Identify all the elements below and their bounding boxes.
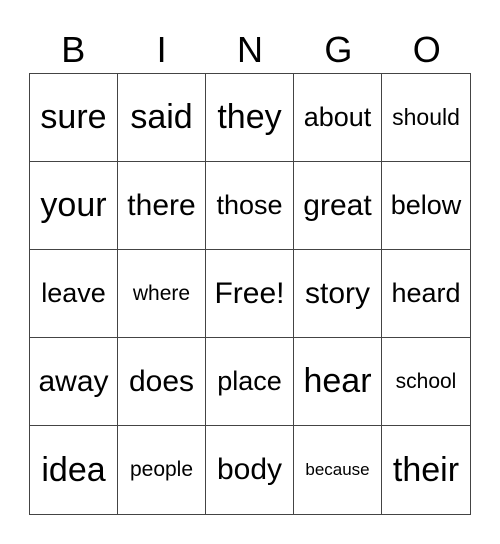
header-letter: G xyxy=(324,29,353,70)
bingo-cell: away xyxy=(30,338,118,426)
bingo-free-cell: Free! xyxy=(206,250,294,338)
bingo-cell: they xyxy=(206,74,294,162)
bingo-cell: great xyxy=(294,162,382,250)
bingo-cell: people xyxy=(118,426,206,514)
bingo-cell: place xyxy=(206,338,294,426)
bingo-cell: leave xyxy=(30,250,118,338)
bingo-cell: said xyxy=(118,74,206,162)
bingo-grid: sure said they about should your there t… xyxy=(29,73,471,515)
header-letter: O xyxy=(412,29,441,70)
bingo-cell: should xyxy=(382,74,470,162)
bingo-header: B I N G O xyxy=(29,28,471,72)
bingo-cell: idea xyxy=(30,426,118,514)
bingo-cell: because xyxy=(294,426,382,514)
bingo-cell: those xyxy=(206,162,294,250)
bingo-cell: body xyxy=(206,426,294,514)
bingo-cell: their xyxy=(392,450,460,489)
bingo-cell: heard xyxy=(382,250,470,338)
bingo-cell: sure xyxy=(30,74,118,162)
bingo-cell: there xyxy=(118,162,206,250)
bingo-cell: does xyxy=(118,338,206,426)
header-letter: I xyxy=(156,29,167,70)
bingo-cell: your xyxy=(30,162,118,250)
header-letter: B xyxy=(61,29,86,70)
header-letter: N xyxy=(236,29,263,70)
bingo-cell: below xyxy=(382,162,470,250)
bingo-cell: story xyxy=(294,250,382,338)
bingo-cell: school xyxy=(382,338,470,426)
bingo-cell: about xyxy=(294,74,382,162)
bingo-cell: where xyxy=(118,250,206,338)
bingo-cell: hear xyxy=(294,338,382,426)
